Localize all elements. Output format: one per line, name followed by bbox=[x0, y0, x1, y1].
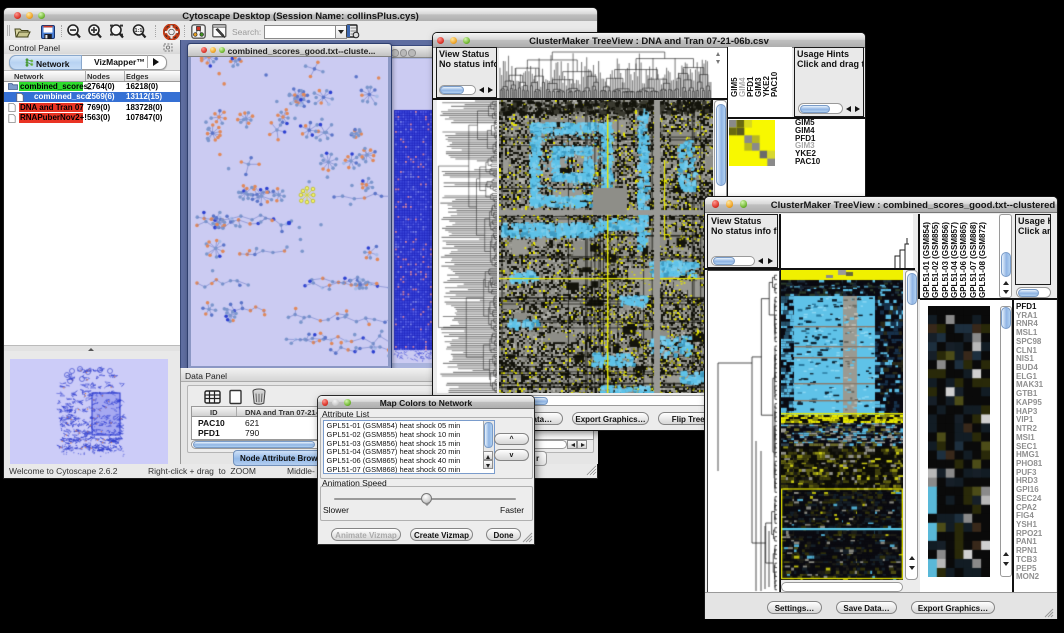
svg-text:1:1: 1:1 bbox=[135, 28, 143, 34]
